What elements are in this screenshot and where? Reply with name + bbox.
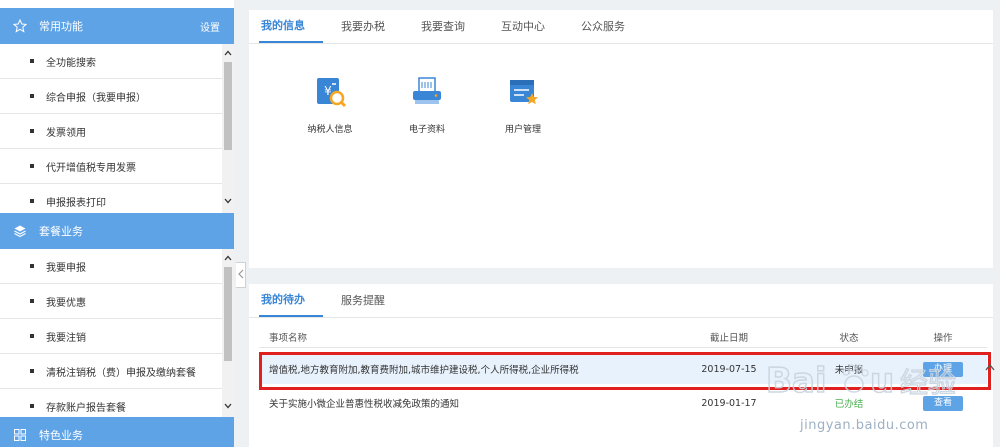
scroll-up-icon[interactable]	[222, 251, 234, 265]
svg-text:经验: 经验	[900, 366, 956, 399]
sidebar-item-label: 我要申报	[46, 262, 86, 274]
bullet-icon	[30, 299, 34, 303]
sidebar-item-label: 全功能搜索	[46, 57, 96, 69]
sidebar-collapse-handle[interactable]	[236, 262, 246, 288]
todo-table-header: 事项名称 截止日期 状态 操作	[259, 326, 987, 348]
sidebar-item-cancel[interactable]: 我要注销	[0, 319, 222, 354]
sidebar-header-title: 套餐业务	[39, 225, 83, 238]
sidebar-item-comprehensive-declaration[interactable]: 综合申报（我要申报）	[0, 79, 222, 114]
service-taxpayer-info[interactable]: ¥ 纳税人信息	[275, 72, 385, 135]
sidebar-item-label: 清税注销税（费）申报及缴纳套餐	[46, 367, 196, 379]
service-grid: ¥ 纳税人信息 电子资料 用户管理	[249, 44, 993, 264]
tab-my-info[interactable]: 我的信息	[259, 9, 323, 43]
bullet-icon	[30, 59, 34, 63]
grid-icon	[13, 428, 27, 442]
scroll-up-icon[interactable]	[222, 46, 234, 60]
bullet-icon	[30, 404, 34, 408]
chevron-left-icon	[237, 269, 244, 282]
common-functions-list: 全功能搜索 综合申报（我要申报） 发票领用 代开增值税专用发票 申报报表打印	[0, 44, 222, 219]
tab-public-service[interactable]: 公众服务	[579, 9, 643, 43]
tab-service-reminder[interactable]: 服务提醒	[339, 283, 403, 317]
bullet-icon	[30, 199, 34, 203]
sidebar-item-label: 综合申报（我要申报）	[46, 92, 146, 104]
tab-tax-handling[interactable]: 我要办税	[339, 9, 403, 43]
svg-text:Bai: Bai	[766, 361, 827, 401]
electronic-document-icon	[407, 72, 447, 112]
tab-my-todo[interactable]: 我的待办	[259, 283, 323, 317]
layers-icon	[13, 224, 27, 238]
column-header-date: 截止日期	[709, 332, 748, 344]
settings-link[interactable]: 设置	[200, 19, 220, 34]
sidebar-item-label: 我要注销	[46, 332, 86, 344]
column-header-operation: 操作	[933, 332, 953, 344]
service-label: 用户管理	[504, 125, 541, 135]
sidebar-header-package[interactable]: 套餐业务	[0, 213, 234, 249]
page-scrollbar[interactable]	[993, 0, 1000, 447]
sidebar-scrollbar-common[interactable]	[222, 44, 234, 214]
service-electronic-docs[interactable]: 电子资料	[372, 72, 482, 135]
bullet-icon	[30, 129, 34, 133]
column-header-status: 状态	[839, 332, 859, 344]
sidebar-item-vat-invoice[interactable]: 代开增值税专用发票	[0, 149, 222, 184]
sidebar-header-common[interactable]: 常用功能 设置	[0, 8, 234, 44]
bullet-icon	[30, 264, 34, 268]
sidebar-item-full-search[interactable]: 全功能搜索	[0, 44, 222, 79]
sidebar-item-label: 我要优惠	[46, 297, 86, 309]
sidebar-item-label: 代开增值税专用发票	[46, 162, 136, 174]
taxpayer-info-icon: ¥	[310, 72, 350, 112]
service-label: 纳税人信息	[307, 125, 353, 135]
sidebar-scrollbar-package[interactable]	[222, 249, 234, 417]
info-tabs: 我的信息 我要办税 我要查询 互动中心 公众服务	[249, 10, 993, 44]
bullet-icon	[30, 334, 34, 338]
column-header-name: 事项名称	[269, 332, 308, 344]
user-management-icon	[503, 72, 543, 112]
tab-interaction[interactable]: 互动中心	[499, 9, 563, 43]
svg-text:u: u	[870, 361, 894, 401]
watermark-url: jingyan.baidu.com	[800, 418, 929, 433]
scroll-down-icon[interactable]	[222, 194, 234, 208]
service-user-management[interactable]: 用户管理	[468, 72, 578, 135]
sidebar-header-title: 特色业务	[39, 429, 83, 442]
bullet-icon	[30, 164, 34, 168]
scroll-down-icon[interactable]	[222, 399, 234, 413]
sidebar-item-label: 发票领用	[46, 127, 86, 139]
sidebar-item-declare[interactable]: 我要申报	[0, 249, 222, 284]
my-info-panel: 我的信息 我要办税 我要查询 互动中心 公众服务 ¥ 纳税人信息 电子资料 用户…	[249, 10, 993, 268]
sidebar: 常用功能 设置 全功能搜索 综合申报（我要申报） 发票领用 代开增值税专用发票 …	[0, 0, 234, 447]
star-icon	[13, 19, 27, 33]
scroll-thumb[interactable]	[224, 62, 232, 150]
sidebar-item-preferential[interactable]: 我要优惠	[0, 284, 222, 319]
sidebar-header-special[interactable]: 特色业务	[0, 417, 234, 447]
tab-query[interactable]: 我要查询	[419, 9, 483, 43]
scroll-thumb[interactable]	[224, 267, 232, 361]
sidebar-header-title: 常用功能	[39, 20, 83, 33]
bullet-icon	[30, 369, 34, 373]
todo-tabs: 我的待办 服务提醒	[249, 284, 993, 318]
task-name: 关于实施小微企业普惠性税收减免政策的通知	[269, 399, 460, 410]
sidebar-item-label: 申报报表打印	[46, 197, 106, 209]
sidebar-item-label: 存款账户报告套餐	[46, 402, 126, 414]
sidebar-item-tax-clearance[interactable]: 清税注销税（费）申报及缴纳套餐	[0, 354, 222, 389]
sidebar-item-invoice-collection[interactable]: 发票领用	[0, 114, 222, 149]
bullet-icon	[30, 94, 34, 98]
package-business-list: 我要申报 我要优惠 我要注销 清税注销税（费）申报及缴纳套餐 存款账户报告套餐	[0, 249, 222, 424]
service-label: 电子资料	[408, 125, 445, 135]
